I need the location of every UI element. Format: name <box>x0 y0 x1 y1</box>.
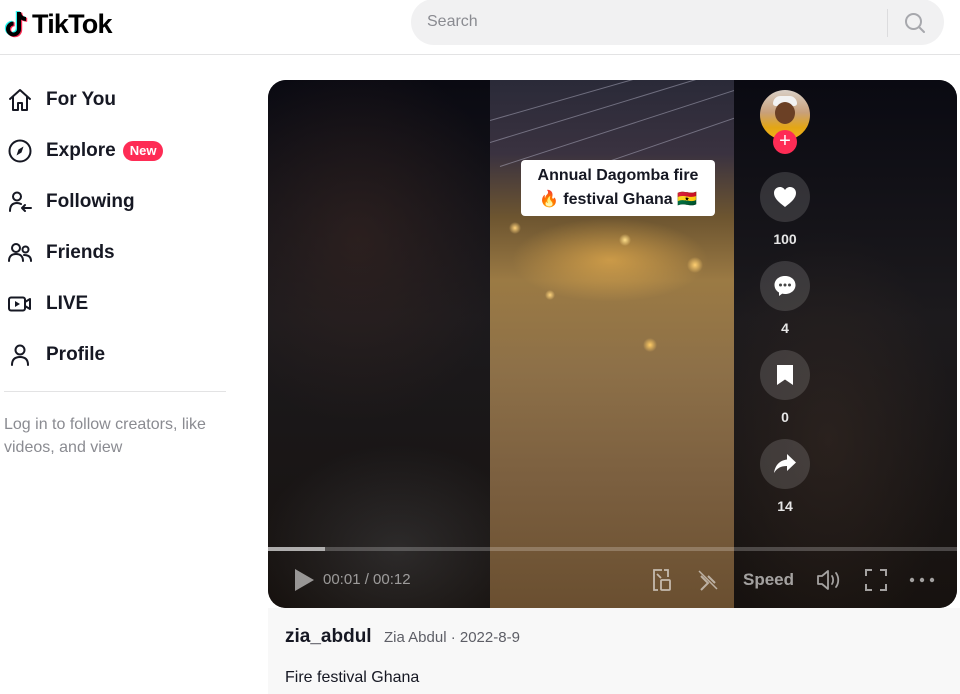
fullscreen-button[interactable] <box>864 568 888 592</box>
floating-player-icon <box>653 569 671 591</box>
power-line <box>490 80 734 143</box>
avatar-face <box>775 102 795 124</box>
author-username[interactable]: zia_abdul <box>285 626 372 648</box>
comment-count: 4 <box>781 320 789 336</box>
play-button[interactable] <box>292 568 316 592</box>
power-line <box>490 80 734 121</box>
search-divider <box>887 9 888 37</box>
share-icon <box>774 454 796 473</box>
sidebar-item-for-you[interactable]: For You <box>6 80 116 120</box>
play-icon <box>295 569 314 591</box>
power-line <box>499 85 734 167</box>
search-bar <box>411 0 944 45</box>
cast-off-icon <box>698 570 718 591</box>
compass-icon <box>6 137 34 165</box>
login-hint: Log in to follow creators, like videos, … <box>4 416 206 456</box>
sidebar-item-following[interactable]: Following <box>6 182 135 222</box>
sidebar-item-label: LIVE <box>46 293 89 314</box>
cast-button[interactable] <box>696 568 720 592</box>
save-button[interactable] <box>760 350 810 400</box>
more-options-button[interactable] <box>908 568 936 592</box>
tiktok-note-icon <box>4 11 28 38</box>
comment-button[interactable] <box>760 261 810 311</box>
profile-icon <box>6 341 34 369</box>
more-icon <box>909 577 935 583</box>
speed-button[interactable]: Speed <box>743 570 794 590</box>
logo-text: TikTok <box>32 9 113 39</box>
bookmark-icon <box>777 365 793 385</box>
post-description: Fire festival Ghana <box>285 669 420 686</box>
sidebar-item-label: For You <box>46 89 117 110</box>
sidebar-item-explore[interactable]: Explore New <box>6 131 164 171</box>
sidebar-divider <box>4 391 226 392</box>
like-button[interactable] <box>760 172 810 222</box>
sidebar-item-label: Following <box>46 191 135 212</box>
follow-button[interactable]: + <box>773 130 797 154</box>
following-icon <box>6 188 34 216</box>
progress-bar[interactable] <box>268 547 957 551</box>
sidebar-item-profile[interactable]: Profile <box>6 335 105 375</box>
search-icon <box>905 13 925 33</box>
share-count: 14 <box>777 498 793 514</box>
heart-icon <box>774 187 796 207</box>
sidebar-item-label: Profile <box>46 344 106 365</box>
fullscreen-icon <box>865 569 887 591</box>
friends-icon <box>6 239 34 267</box>
search-button[interactable] <box>899 7 931 39</box>
tiktok-logo[interactable]: TikTok <box>4 8 113 40</box>
top-header: TikTok <box>0 0 960 55</box>
post-info: zia_abdul Zia Abdul · 2022-8-9 Fire fest… <box>268 608 960 694</box>
volume-button[interactable] <box>816 568 842 592</box>
live-icon <box>6 290 34 318</box>
like-count: 100 <box>773 231 797 247</box>
search-input[interactable] <box>427 0 877 45</box>
sidebar-item-friends[interactable]: Friends <box>6 233 115 273</box>
video-player[interactable]: Annual Dagomba fire 🔥 festival Ghana 🇬🇭 … <box>268 80 957 608</box>
comment-icon <box>774 276 796 296</box>
sidebar-item-live[interactable]: LIVE <box>6 284 88 324</box>
video-caption: Annual Dagomba fire 🔥 festival Ghana 🇬🇭 <box>521 160 715 216</box>
new-badge: New <box>122 141 164 161</box>
home-icon <box>6 86 34 114</box>
share-button[interactable] <box>760 439 810 489</box>
sidebar-item-label: Explore <box>46 140 116 161</box>
caption-line-2: 🔥 festival Ghana 🇬🇭 <box>538 191 698 208</box>
save-count: 0 <box>781 409 789 425</box>
time-display: 00:01 / 00:12 <box>323 571 411 588</box>
sidebar-item-label: Friends <box>46 242 115 263</box>
volume-icon <box>817 570 840 590</box>
progress-fill <box>268 547 326 551</box>
caption-line-1: Annual Dagomba fire <box>537 167 699 184</box>
author-meta: Zia Abdul · 2022-8-9 <box>384 629 520 646</box>
floating-player-button[interactable] <box>650 568 674 592</box>
